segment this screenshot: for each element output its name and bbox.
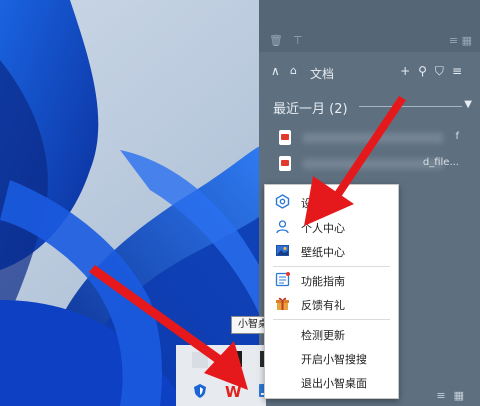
menu-item-label: 开启小智搜搜	[301, 353, 367, 366]
group-title: 最近一月 (2)	[273, 102, 348, 117]
menu-item-exit[interactable]: 退出小智桌面	[265, 371, 398, 393]
menu-item-feedback[interactable]: 反馈有礼	[265, 293, 398, 315]
gift-icon	[275, 296, 290, 311]
grid-icon[interactable]: ▦	[454, 389, 472, 402]
tray-icon[interactable]	[192, 352, 208, 368]
file-name-suffix: d_file...	[422, 157, 459, 168]
menu-item-label: 个人中心	[301, 222, 345, 235]
menu-divider	[273, 266, 390, 267]
grid-icon[interactable]: ▦	[462, 34, 472, 47]
list-icon[interactable]: ≡	[436, 389, 453, 402]
menu-item-enable-search[interactable]: 开启小智搜搜	[265, 347, 398, 369]
doc-section-header[interactable]: ∧ ⌂ 文档 +⚲⛉≡	[259, 58, 480, 88]
panel-top-right-icons: ≡ ▦	[449, 34, 472, 47]
menu-item-label: 设	[301, 197, 312, 210]
svg-text:W: W	[225, 383, 242, 399]
tray-app-icon[interactable]	[226, 351, 242, 367]
menu-item-wallpaper-center[interactable]: 壁纸中心	[265, 240, 398, 262]
pdf-icon	[279, 130, 291, 145]
menu-item-label: 功能指南	[301, 275, 345, 288]
menu-item-label: 退出小智桌面	[301, 377, 367, 390]
shirt-icon[interactable]: ⛉	[435, 64, 452, 78]
caret-down-icon[interactable]: ▼	[464, 99, 472, 110]
list-icon[interactable]: ≡	[449, 34, 458, 47]
person-icon	[275, 219, 290, 234]
document-icon: ⌂	[290, 64, 297, 77]
menu-divider	[273, 319, 390, 320]
menu-item-settings[interactable]: 设	[265, 191, 398, 213]
trash-icon[interactable]: 🗑	[269, 34, 283, 47]
blurred-filename	[303, 133, 443, 143]
search-icon[interactable]: ⚲	[418, 64, 435, 78]
wps-icon[interactable]: W	[225, 383, 242, 401]
settings-hex-icon	[275, 194, 290, 209]
panel-bottom-icons: ≡▦	[436, 389, 472, 402]
pin-icon[interactable]: ⊤	[293, 34, 303, 47]
collapse-chevron-icon[interactable]: ∧	[271, 64, 280, 78]
file-item[interactable]: d_file...	[279, 154, 469, 174]
panel-top-section: 🗑 ⊤ ≡ ▦	[259, 0, 480, 52]
menu-item-check-update[interactable]: 检测更新	[265, 323, 398, 345]
group-divider	[359, 106, 462, 107]
menu-item-label: 反馈有礼	[301, 299, 345, 312]
menu-item-feature-guide[interactable]: 功能指南	[265, 269, 398, 291]
menu-icon[interactable]: ≡	[452, 64, 470, 78]
context-menu: 设 个人中心 壁纸中心 功能指南 反馈有礼 检测更新 开启小智搜搜 退出小智桌面	[264, 184, 399, 399]
wallpaper-icon	[275, 243, 290, 258]
section-title: 文档	[310, 67, 335, 81]
shield-icon[interactable]	[192, 383, 208, 399]
taskbar-tray: W	[176, 345, 269, 406]
menu-item-label: 壁纸中心	[301, 246, 345, 259]
section-actions: +⚲⛉≡	[400, 64, 470, 79]
menu-item-label: 检测更新	[301, 329, 345, 342]
file-name-suffix: f	[455, 131, 459, 142]
pdf-icon	[279, 156, 291, 171]
panel-top-toolbar: 🗑 ⊤	[269, 34, 313, 47]
file-item[interactable]: f	[279, 128, 469, 148]
add-icon[interactable]: +	[400, 64, 418, 78]
guide-icon	[275, 272, 290, 287]
menu-item-user-center[interactable]: 个人中心	[265, 216, 398, 238]
